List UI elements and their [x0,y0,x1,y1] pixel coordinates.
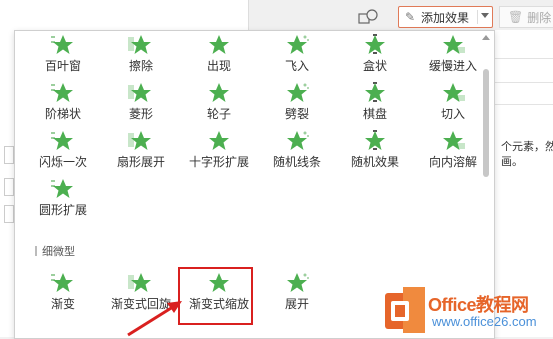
effect-tile[interactable]: 劈裂 [257,81,337,125]
effect-tile[interactable]: 闪烁一次 [23,129,103,173]
fan-star-icon [128,129,154,151]
chevron-down-icon[interactable] [481,13,489,18]
effect-label: 菱形 [128,107,153,121]
split-star-icon [284,81,310,103]
plus-star-icon [206,129,232,151]
effect-tile[interactable]: 飞入 [257,33,337,77]
fly-in-star-icon [284,33,310,55]
effect-tile[interactable]: 菱形 [101,81,181,125]
peek-in-star-icon [440,81,466,103]
effect-tile[interactable]: 向内溶解 [413,129,493,173]
effect-tile[interactable]: 展开 [257,271,337,315]
add-effect-button[interactable]: ✎ 添加效果 [398,6,493,28]
effect-label: 展开 [284,297,309,311]
random-bars-star-icon [284,129,310,151]
effect-label: 轮子 [206,107,231,121]
steps-star-icon [50,81,76,103]
add-effect-label: 添加效果 [421,10,470,25]
effect-tile[interactable]: 随机效果 [335,129,415,173]
effect-label: 缓慢进入 [428,59,477,73]
checkerboard-star-icon [362,81,388,103]
flash-once-star-icon [50,129,76,151]
effect-tile[interactable]: 渐变 [23,271,103,315]
delete-label: 删除 [527,10,552,25]
wipe-star-icon [128,33,154,55]
button-divider [477,10,478,24]
panel-hint-text: 个元素，然后 [501,141,553,153]
faded-zoom-star-icon [206,271,232,293]
delete-button[interactable]: 🗑 删除 [499,6,553,28]
expand-star-icon [284,271,310,293]
effect-tile[interactable]: 切入 [413,81,493,125]
panel-divider [493,58,553,59]
effect-tile[interactable]: 轮子 [179,81,259,125]
effect-label: 随机线条 [272,155,321,169]
wheel-star-icon [206,81,232,103]
crawl-in-star-icon [440,33,466,55]
effect-label: 十字形扩展 [188,155,249,169]
panel-divider [493,104,553,105]
shapes-icon[interactable] [358,9,380,25]
effect-label: 向内溶解 [428,155,477,169]
effect-tile[interactable]: 扇形展开 [101,129,181,173]
random-effects-star-icon [362,129,388,151]
effect-label: 飞入 [284,59,309,73]
effect-tile[interactable]: 棋盘 [335,81,415,125]
effect-tile[interactable]: 随机线条 [257,129,337,173]
effect-tile[interactable]: 渐变式缩放 [179,271,259,315]
effect-label: 阶梯状 [44,107,81,121]
left-toolbar-strip [0,30,14,337]
effect-label: 百叶窗 [44,59,81,73]
effect-label: 随机效果 [350,155,399,169]
effect-tile[interactable]: 阶梯状 [23,81,103,125]
left-tool[interactable] [4,146,14,164]
watermark-url: www.office26.com [432,314,537,329]
panel-divider [493,82,553,83]
left-tool[interactable] [4,205,14,223]
effect-label: 盒状 [362,59,387,73]
blinds-star-icon [50,33,76,55]
panel-hint-text: 画。 [501,156,523,168]
document-area-top [0,0,249,30]
appear-star-icon [206,33,232,55]
pencil-icon: ✎ [405,10,416,24]
dissolve-in-star-icon [440,129,466,151]
section-title-subtle: 细微型 [35,243,75,259]
effect-label: 渐变式缩放 [188,297,249,311]
pointer-arrow-icon [127,301,182,337]
effect-label: 闪烁一次 [38,155,87,169]
effect-tile[interactable]: 十字形扩展 [179,129,259,173]
fade-star-icon [50,271,76,293]
effect-tile[interactable]: 圆形扩展 [23,177,103,221]
circle-star-icon [50,177,76,199]
box-star-icon [362,33,388,55]
left-tool[interactable] [4,178,14,196]
effect-label: 圆形扩展 [38,203,87,217]
effect-tile[interactable]: 擦除 [101,33,181,77]
effect-label: 棋盘 [362,107,387,121]
effect-label: 渐变 [50,297,75,311]
diamond-star-icon [128,81,154,103]
effect-tile[interactable]: 出现 [179,33,259,77]
effect-tile[interactable]: 盒状 [335,33,415,77]
effect-tile[interactable]: 缓慢进入 [413,33,493,77]
effect-label: 出现 [206,59,231,73]
effect-tile[interactable]: 百叶窗 [23,33,103,77]
effect-label: 擦除 [128,59,153,73]
trash-icon: 🗑 [508,10,524,24]
effect-label: 劈裂 [284,107,309,121]
effect-label: 扇形展开 [116,155,165,169]
effect-label: 切入 [440,107,465,121]
